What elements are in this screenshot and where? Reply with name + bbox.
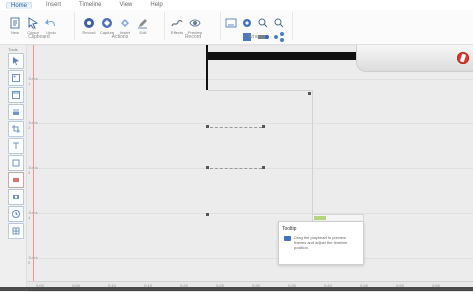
keyframe-node[interactable] <box>262 166 265 169</box>
tab-help[interactable]: Help <box>146 2 166 8</box>
cursor-button[interactable] <box>26 16 40 30</box>
status-bar <box>0 287 473 291</box>
ribbon: New Cursor Undo Clipboard Record Capture… <box>0 10 473 45</box>
track-divider <box>27 258 473 259</box>
tab-view[interactable]: View <box>115 2 136 8</box>
effects-icon <box>171 19 183 27</box>
settings-button[interactable] <box>240 16 254 30</box>
cursor-icon <box>13 57 19 65</box>
preview-button[interactable] <box>188 16 202 30</box>
popup-title: Tooltip <box>282 226 297 232</box>
camera-icon <box>13 195 19 199</box>
record-button[interactable] <box>82 16 96 30</box>
ribbon-group-arrange: Arrange <box>222 12 293 42</box>
audio-waveform-bar <box>206 52 356 60</box>
info-icon <box>284 236 291 241</box>
text-tool[interactable] <box>8 138 24 154</box>
playhead[interactable] <box>206 45 208 90</box>
ribbon-group-label: Record <box>184 34 202 40</box>
capture-icon <box>102 18 112 28</box>
tab-insert[interactable]: Insert <box>42 2 65 8</box>
tab-timeline[interactable]: Timeline <box>75 2 105 8</box>
keyframe-node[interactable] <box>308 92 311 95</box>
export-button[interactable] <box>224 16 238 30</box>
track-label: Track 1 <box>28 76 38 86</box>
grid-icon <box>12 227 20 235</box>
edit-button[interactable] <box>136 16 150 30</box>
color-tool[interactable] <box>8 172 24 188</box>
grid-tool[interactable] <box>8 223 24 239</box>
export-icon <box>225 18 237 28</box>
ribbon-group-actions: Record Capture Insert Edit Actions <box>76 12 165 40</box>
ribbon-group-label: Arrange <box>248 34 266 40</box>
zoom-out-button[interactable] <box>272 16 286 30</box>
popup-text: Drag the playhead to preview frames and … <box>294 235 348 250</box>
zoom-in-button[interactable] <box>256 16 270 30</box>
layer-tool[interactable] <box>8 104 24 120</box>
text-icon <box>13 142 19 149</box>
track-label: Track 2 <box>28 120 38 130</box>
edit-icon <box>138 19 147 29</box>
color-icon <box>13 178 19 182</box>
layers-icon <box>13 109 19 115</box>
new-icon <box>10 17 20 29</box>
crop-tool[interactable] <box>8 121 24 137</box>
track-label: Track 3 <box>28 165 38 175</box>
settings-icon <box>243 19 251 27</box>
insert-button[interactable] <box>118 16 132 30</box>
new-button[interactable] <box>8 16 22 30</box>
selection-frame <box>208 90 313 217</box>
window-icon <box>12 91 20 99</box>
timeline-tool[interactable] <box>8 206 24 222</box>
zoom-in-icon <box>258 18 268 28</box>
keyframe-node[interactable] <box>206 166 209 169</box>
record-icon <box>84 18 94 28</box>
cursor-icon <box>28 17 39 29</box>
top-overlay-panel <box>356 45 473 72</box>
image-icon <box>12 74 20 82</box>
motion-path-segment <box>210 168 262 170</box>
select-tool[interactable] <box>8 53 24 69</box>
undo-icon <box>45 19 55 26</box>
keyframe-node[interactable] <box>206 125 209 128</box>
effects-button[interactable] <box>170 16 184 30</box>
shape-icon <box>12 159 20 167</box>
crop-icon <box>12 125 20 133</box>
ribbon-group-label: Clipboard <box>28 34 50 40</box>
record-indicator-icon[interactable] <box>457 52 469 64</box>
capture-button[interactable] <box>100 16 114 30</box>
camera-tool[interactable] <box>8 189 24 205</box>
motion-path-segment <box>210 127 262 129</box>
window-tool[interactable] <box>8 87 24 103</box>
left-toolbar: Tools <box>0 45 27 291</box>
clock-icon <box>12 210 20 218</box>
ribbon-group-label: Actions <box>111 34 129 40</box>
track-label: Track 5 <box>28 255 38 265</box>
keyframe-node[interactable] <box>206 213 209 216</box>
track-divider <box>27 79 473 80</box>
undo-button[interactable] <box>44 16 58 30</box>
shape-tool[interactable] <box>8 155 24 171</box>
popup-status-indicator <box>314 216 326 220</box>
zoom-out-icon <box>274 18 284 28</box>
tab-strip: Home Insert Timeline View Help <box>6 1 167 9</box>
insert-icon <box>121 19 129 27</box>
ribbon-group-record: Effects Preview Record <box>166 12 221 40</box>
track-label: Track 4 <box>28 210 38 220</box>
ribbon-group-clipboard: New Cursor Undo Clipboard <box>4 12 75 40</box>
tab-home[interactable]: Home <box>6 1 33 9</box>
keyframe-node[interactable] <box>262 125 265 128</box>
image-tool[interactable] <box>8 70 24 86</box>
preview-icon <box>189 19 201 27</box>
